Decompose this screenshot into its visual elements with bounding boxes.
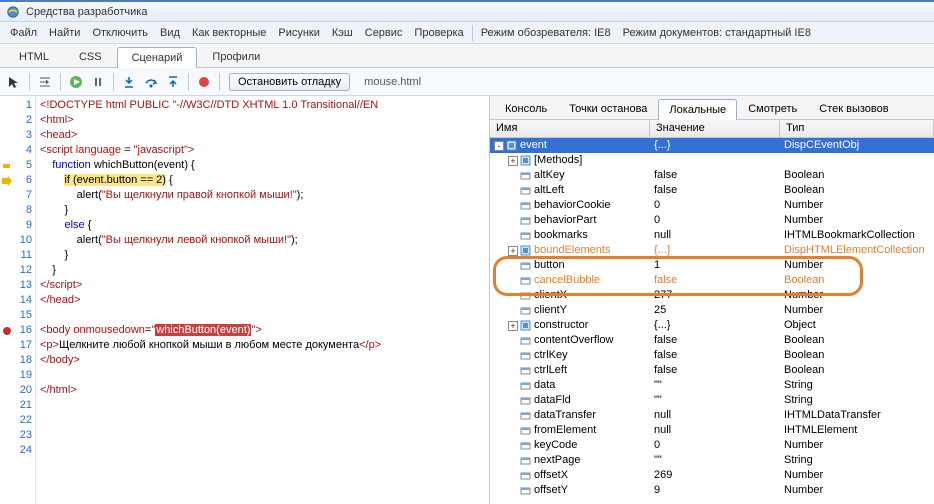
var-row[interactable]: altKeyfalseBoolean (490, 168, 934, 183)
menu-doc-mode[interactable]: Режим документов: стандартный IE8 (617, 24, 817, 42)
var-row[interactable]: contentOverflowfalseBoolean (490, 333, 934, 348)
var-row[interactable]: button1Number (490, 258, 934, 273)
var-row[interactable]: ctrlKeyfalseBoolean (490, 348, 934, 363)
menu-vectors[interactable]: Как векторные (186, 24, 272, 42)
menu-service[interactable]: Сервис (359, 24, 409, 42)
var-row[interactable]: clientY25Number (490, 303, 934, 318)
menu-view[interactable]: Вид (154, 24, 186, 42)
property-icon (520, 290, 531, 301)
ie-icon (6, 5, 20, 19)
object-icon (520, 320, 531, 331)
titlebar: Средства разработчика (0, 0, 934, 22)
property-icon (520, 425, 531, 436)
code-pane: 123456789101112131415161718192021222324 … (0, 96, 490, 504)
var-header: Имя Значение Тип (490, 120, 934, 138)
tab-css[interactable]: CSS (64, 46, 117, 67)
property-icon (520, 215, 531, 226)
var-row[interactable]: offsetY9Number (490, 483, 934, 498)
tree-toggle[interactable]: - (494, 141, 504, 151)
pause-icon[interactable] (88, 72, 108, 92)
var-row[interactable]: bookmarksnullIHTMLBookmarkCollection (490, 228, 934, 243)
break-all-icon[interactable] (194, 72, 214, 92)
tree-toggle[interactable]: + (508, 321, 518, 331)
tree-toggle[interactable]: + (508, 246, 518, 256)
property-icon (520, 170, 531, 181)
right-tabs: Консоль Точки останова Локальные Смотрет… (490, 96, 934, 120)
var-row[interactable]: ctrlLeftfalseBoolean (490, 363, 934, 378)
object-icon (506, 140, 517, 151)
col-name[interactable]: Имя (490, 120, 650, 137)
code-content[interactable]: <!DOCTYPE html PUBLIC "-//W3C//DTD XHTML… (36, 96, 489, 504)
rtab-callstack[interactable]: Стек вызовов (808, 98, 899, 119)
menu-images[interactable]: Рисунки (272, 24, 326, 42)
line-numbers: 123456789101112131415161718192021222324 (14, 96, 36, 504)
property-icon (520, 200, 531, 211)
object-icon (520, 155, 531, 166)
menu-cache[interactable]: Кэш (326, 24, 359, 42)
var-row[interactable]: +constructor{...}Object (490, 318, 934, 333)
rtab-watch[interactable]: Смотреть (737, 98, 808, 119)
stop-debug-button[interactable]: Остановить отладку (229, 73, 350, 91)
var-row[interactable]: data""String (490, 378, 934, 393)
step-into-icon[interactable] (119, 72, 139, 92)
main-tabs: HTML CSS Сценарий Профили (0, 44, 934, 68)
menu-disable[interactable]: Отключить (86, 24, 154, 42)
property-icon (520, 260, 531, 271)
var-row[interactable]: keyCode0Number (490, 438, 934, 453)
var-row[interactable]: offsetX269Number (490, 468, 934, 483)
var-row[interactable]: nextPage""String (490, 453, 934, 468)
col-type[interactable]: Тип (780, 120, 934, 137)
var-row[interactable]: behaviorPart0Number (490, 213, 934, 228)
tab-script[interactable]: Сценарий (117, 47, 198, 68)
property-icon (520, 410, 531, 421)
property-icon (520, 455, 531, 466)
step-over-icon[interactable] (141, 72, 161, 92)
window-title: Средства разработчика (26, 6, 147, 18)
rtab-console[interactable]: Консоль (494, 98, 558, 119)
property-icon (520, 440, 531, 451)
menubar: Файл Найти Отключить Вид Как векторные Р… (0, 22, 934, 44)
select-element-icon[interactable] (4, 72, 24, 92)
property-icon (520, 185, 531, 196)
menu-browser-mode[interactable]: Режим обозревателя: IE8 (475, 24, 617, 42)
var-row[interactable]: behaviorCookie0Number (490, 198, 934, 213)
var-row[interactable]: fromElementnullIHTMLElement (490, 423, 934, 438)
property-icon (520, 230, 531, 241)
rtab-locals[interactable]: Локальные (658, 99, 737, 120)
property-icon (520, 365, 531, 376)
toolbar: Остановить отладку mouse.html (0, 68, 934, 96)
property-icon (520, 380, 531, 391)
tab-profiles[interactable]: Профили (197, 46, 275, 67)
tab-html[interactable]: HTML (4, 46, 64, 67)
menu-find[interactable]: Найти (43, 24, 86, 42)
var-list[interactable]: -event{...}DispCEventObj+[Methods]altKey… (490, 138, 934, 504)
property-icon (520, 470, 531, 481)
rtab-breakpoints[interactable]: Точки останова (558, 98, 658, 119)
menu-file[interactable]: Файл (4, 24, 43, 42)
property-icon (520, 275, 531, 286)
property-icon (520, 335, 531, 346)
object-icon (520, 245, 531, 256)
gutter (0, 96, 14, 504)
property-icon (520, 395, 531, 406)
current-file[interactable]: mouse.html (356, 74, 429, 90)
var-row[interactable]: -event{...}DispCEventObj (490, 138, 934, 153)
col-value[interactable]: Значение (650, 120, 780, 137)
play-icon[interactable] (66, 72, 86, 92)
tree-toggle[interactable]: + (508, 156, 518, 166)
property-icon (520, 350, 531, 361)
menu-check[interactable]: Проверка (408, 24, 469, 42)
var-row[interactable]: cancelBubblefalseBoolean (490, 273, 934, 288)
var-row[interactable]: +boundElements{...}DispHTMLElementCollec… (490, 243, 934, 258)
step-out-icon[interactable] (163, 72, 183, 92)
property-icon (520, 485, 531, 496)
property-icon (520, 305, 531, 316)
var-row[interactable]: dataFld""String (490, 393, 934, 408)
var-row[interactable]: clientX277Number (490, 288, 934, 303)
var-row[interactable]: dataTransfernullIHTMLDataTransfer (490, 408, 934, 423)
right-pane: Консоль Точки останова Локальные Смотрет… (490, 96, 934, 504)
var-row[interactable]: +[Methods] (490, 153, 934, 168)
wrap-icon[interactable] (35, 72, 55, 92)
var-row[interactable]: altLeftfalseBoolean (490, 183, 934, 198)
